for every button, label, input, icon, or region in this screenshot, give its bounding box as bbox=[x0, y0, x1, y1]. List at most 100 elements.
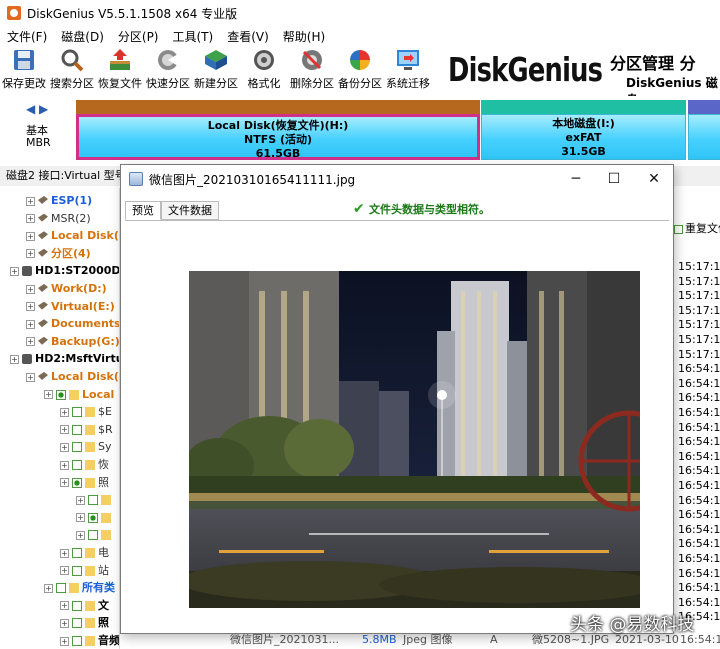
tree-checkbox[interactable] bbox=[72, 565, 82, 576]
format-button[interactable]: 格式化 bbox=[240, 46, 288, 94]
tree-checkbox[interactable] bbox=[88, 495, 98, 506]
partition-icon bbox=[38, 231, 48, 240]
tree-item[interactable]: + 照 bbox=[60, 614, 109, 631]
expand-icon[interactable]: + bbox=[26, 249, 35, 259]
system-migration-button[interactable]: 系统迁移 bbox=[384, 46, 432, 94]
expand-icon[interactable]: + bbox=[60, 601, 69, 611]
tree-item[interactable]: + Virtual(E:) bbox=[26, 298, 115, 315]
tree-checkbox[interactable] bbox=[72, 618, 82, 629]
tree-item[interactable]: + Work(D:) bbox=[26, 280, 107, 297]
tree-item[interactable]: + Local Disk( bbox=[26, 368, 119, 385]
expand-icon[interactable]: + bbox=[44, 583, 53, 593]
expand-icon[interactable]: + bbox=[44, 390, 53, 400]
delete-partition-button[interactable]: 删除分区 bbox=[288, 46, 336, 94]
expand-icon[interactable]: + bbox=[60, 548, 69, 558]
duplicate-files-option[interactable]: 重复文件 bbox=[674, 220, 720, 236]
tree-item-label: 电 bbox=[98, 546, 109, 559]
tree-checkbox[interactable] bbox=[72, 424, 82, 435]
tree-checkbox[interactable] bbox=[56, 389, 66, 400]
menu-help[interactable]: 帮助(H) bbox=[276, 28, 332, 45]
partition-block-h[interactable]: Local Disk(恢复文件)(H:) NTFS (活动) 61.5GB bbox=[76, 100, 480, 160]
expand-icon[interactable]: + bbox=[60, 566, 69, 576]
disk-nav-arrows[interactable]: ◀ ▶ bbox=[26, 102, 48, 116]
tree-item[interactable]: + Documents bbox=[26, 315, 119, 332]
tree-item[interactable]: + 音频类 bbox=[60, 632, 119, 649]
tree-item[interactable]: + $E bbox=[60, 403, 112, 420]
tree-item[interactable]: + Local Disk( bbox=[26, 227, 119, 244]
tree-item[interactable]: + ESP(1) bbox=[26, 192, 92, 209]
tree-checkbox[interactable] bbox=[56, 583, 66, 594]
recover-files-button[interactable]: 恢复文件 bbox=[96, 46, 144, 94]
expand-icon[interactable]: + bbox=[60, 636, 69, 646]
expand-icon[interactable]: + bbox=[60, 407, 69, 417]
expand-icon[interactable]: + bbox=[76, 495, 85, 505]
expand-icon[interactable]: + bbox=[26, 319, 35, 329]
tree-checkbox[interactable] bbox=[72, 442, 82, 453]
tree-checkbox[interactable] bbox=[72, 600, 82, 611]
close-button[interactable]: ✕ bbox=[641, 169, 667, 189]
tree-item-label: $E bbox=[98, 405, 112, 419]
expand-icon[interactable]: + bbox=[26, 302, 35, 312]
menu-disk[interactable]: 磁盘(D) bbox=[54, 28, 111, 45]
menu-file[interactable]: 文件(F) bbox=[0, 28, 54, 45]
tab-preview[interactable]: 预览 bbox=[125, 201, 161, 220]
tree-checkbox[interactable] bbox=[72, 460, 82, 470]
tree-item[interactable]: + bbox=[76, 526, 114, 543]
expand-icon[interactable]: + bbox=[26, 231, 35, 241]
save-button[interactable]: 保存更改 bbox=[0, 46, 48, 94]
new-partition-button[interactable]: 新建分区 bbox=[192, 46, 240, 94]
expand-icon[interactable]: + bbox=[26, 214, 35, 224]
expand-icon[interactable]: + bbox=[76, 530, 85, 540]
expand-icon[interactable]: + bbox=[60, 618, 69, 628]
expand-icon[interactable]: + bbox=[26, 337, 35, 347]
menu-tools[interactable]: 工具(T) bbox=[166, 28, 221, 45]
tree-item[interactable]: + HD1:ST2000DM bbox=[10, 262, 119, 279]
tree-checkbox[interactable] bbox=[72, 407, 82, 418]
expand-icon[interactable]: + bbox=[10, 354, 19, 364]
tab-file-data[interactable]: 文件数据 bbox=[161, 201, 219, 220]
maximize-button[interactable]: ☐ bbox=[601, 169, 627, 189]
backup-partition-button[interactable]: 备份分区 bbox=[336, 46, 384, 94]
tree-item-label: HD2:MsftVirtu bbox=[35, 352, 120, 366]
tree-item[interactable]: + HD2:MsftVirtu bbox=[10, 350, 120, 367]
tree-checkbox[interactable] bbox=[88, 530, 98, 541]
tree-item[interactable]: + bbox=[76, 509, 114, 526]
tree-item[interactable]: + MSR(2) bbox=[26, 210, 91, 227]
quick-partition-button[interactable]: 快速分区 bbox=[144, 46, 192, 94]
tree-item-label: ESP(1) bbox=[51, 194, 93, 207]
expand-icon[interactable]: + bbox=[10, 266, 19, 276]
expand-icon[interactable]: + bbox=[60, 478, 69, 488]
tree-item[interactable]: + 站 bbox=[60, 562, 109, 579]
tree-item[interactable]: + Backup(G:) bbox=[26, 333, 119, 350]
expand-icon[interactable]: + bbox=[60, 442, 69, 452]
tree-item[interactable]: + 电 bbox=[60, 544, 109, 561]
partition-block-next[interactable] bbox=[688, 100, 720, 160]
duplicate-files-checkbox[interactable] bbox=[674, 224, 683, 234]
folder-icon bbox=[85, 460, 95, 470]
expand-icon[interactable]: + bbox=[26, 372, 35, 382]
expand-icon[interactable]: + bbox=[60, 425, 69, 435]
expand-icon[interactable]: + bbox=[26, 196, 35, 206]
tree-item[interactable]: + $R bbox=[60, 421, 113, 438]
expand-icon[interactable]: + bbox=[60, 460, 69, 470]
tree-checkbox[interactable] bbox=[72, 477, 82, 488]
tree-item[interactable]: + Local bbox=[44, 386, 114, 403]
tree-item[interactable]: + Sy bbox=[60, 438, 112, 455]
search-partition-button[interactable]: 搜索分区 bbox=[48, 46, 96, 94]
tree-item[interactable]: + 照 bbox=[60, 474, 109, 491]
menu-partition[interactable]: 分区(P) bbox=[111, 28, 166, 45]
tree-checkbox[interactable] bbox=[72, 636, 82, 646]
tree-item[interactable]: + 分区(4) bbox=[26, 245, 91, 262]
partition-block-i[interactable]: 本地磁盘(I:) exFAT 31.5GB bbox=[481, 100, 686, 160]
expand-icon[interactable]: + bbox=[76, 513, 85, 523]
menu-view[interactable]: 查看(V) bbox=[220, 28, 276, 45]
minimize-button[interactable]: ─ bbox=[563, 169, 589, 189]
tree-checkbox[interactable] bbox=[72, 548, 82, 558]
expand-icon[interactable]: + bbox=[26, 284, 35, 294]
tree-item[interactable]: + 恢 bbox=[60, 456, 109, 473]
tree-item[interactable]: + 文 bbox=[60, 597, 109, 614]
tree-checkbox[interactable] bbox=[88, 512, 98, 523]
file-time-cell: 16:54:12 bbox=[678, 362, 720, 376]
tree-item[interactable]: + bbox=[76, 491, 114, 508]
tree-item[interactable]: + 所有类 bbox=[44, 579, 115, 596]
